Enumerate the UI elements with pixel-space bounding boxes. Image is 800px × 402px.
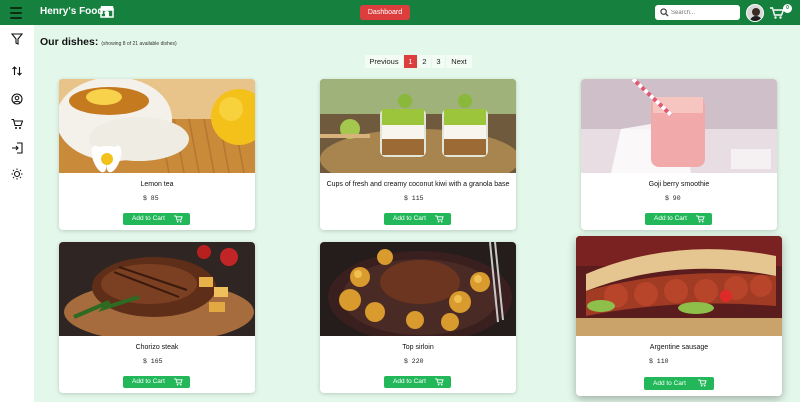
dish-image[interactable] [59, 242, 255, 336]
dish-card[interactable]: Chorizo steak $ 165 Add to Cart [59, 242, 255, 393]
menu-icon[interactable] [10, 7, 22, 19]
search-icon [660, 8, 669, 17]
dish-price: $ 85 [143, 195, 159, 202]
cart-count-badge: 0 [783, 4, 792, 13]
dish-name: Argentine sausage [649, 344, 709, 351]
user-avatar-image [747, 5, 763, 21]
dish-image[interactable] [59, 79, 255, 173]
dish-name: Lemon tea [140, 181, 174, 188]
dish-price: $ 115 [404, 195, 424, 202]
dish-card[interactable]: Argentine sausage $ 110 Add to Cart [576, 236, 782, 396]
dashboard-button[interactable]: Dashboard [360, 5, 410, 20]
avatar[interactable] [746, 4, 764, 22]
add-to-cart-button[interactable]: Add to Cart [123, 376, 190, 388]
filter-icon[interactable] [11, 33, 23, 45]
dish-image[interactable] [581, 79, 777, 173]
cart-icon [435, 215, 444, 223]
dish-price: $ 165 [143, 358, 163, 365]
login-icon[interactable] [11, 142, 23, 154]
pagination-page-2[interactable]: 2 [418, 55, 431, 68]
pagination-previous[interactable]: Previous [365, 55, 403, 68]
add-to-cart-label: Add to Cart [132, 215, 165, 222]
cart-icon [698, 379, 707, 387]
cart-icon[interactable] [770, 7, 784, 19]
dish-price: $ 220 [404, 358, 424, 365]
dish-count-note: (showing 8 of 21 available dishes) [101, 41, 177, 47]
top-bar: Henry's Foods Dashboard 0 [0, 0, 800, 25]
dish-image[interactable] [320, 79, 516, 173]
dish-name: Cups of fresh and creamy coconut kiwi wi… [326, 181, 510, 188]
add-to-cart-label: Add to Cart [393, 215, 426, 222]
dish-name: Top sirloin [402, 344, 434, 351]
add-to-cart-label: Add to Cart [653, 380, 686, 387]
cart-icon [696, 215, 705, 223]
sort-icon[interactable] [11, 65, 23, 77]
pagination-next[interactable]: Next [446, 55, 472, 68]
dish-name: Chorizo steak [135, 344, 179, 351]
cart-icon [435, 378, 444, 386]
cart-icon [174, 215, 183, 223]
add-to-cart-button[interactable]: Add to Cart [384, 376, 451, 388]
add-to-cart-button[interactable]: Add to Cart [644, 377, 714, 390]
dish-image[interactable] [320, 242, 516, 336]
user-icon[interactable] [11, 93, 23, 105]
dish-card[interactable]: Lemon tea $ 85 Add to Cart [59, 79, 255, 230]
search-box[interactable] [655, 5, 740, 20]
store-icon [100, 6, 114, 18]
add-to-cart-label: Add to Cart [393, 378, 426, 385]
add-to-cart-button[interactable]: Add to Cart [645, 213, 712, 225]
dish-price: $ 90 [665, 195, 681, 202]
cart-icon[interactable] [11, 118, 23, 130]
add-to-cart-label: Add to Cart [654, 215, 687, 222]
search-input[interactable] [671, 7, 737, 18]
add-to-cart-button[interactable]: Add to Cart [123, 213, 190, 225]
dish-price: $ 110 [649, 358, 669, 365]
theme-icon[interactable] [11, 168, 23, 180]
add-to-cart-label: Add to Cart [132, 378, 165, 385]
pagination-page-3[interactable]: 3 [432, 55, 445, 68]
pagination-page-1[interactable]: 1 [404, 55, 417, 68]
dish-name: Goji berry smoothie [648, 181, 710, 188]
brand-name[interactable]: Henry's Foods [40, 6, 109, 17]
dish-card[interactable]: Top sirloin $ 220 Add to Cart [320, 242, 516, 393]
cart-icon [174, 378, 183, 386]
add-to-cart-button[interactable]: Add to Cart [384, 213, 451, 225]
dish-card[interactable]: Goji berry smoothie $ 90 Add to Cart [581, 79, 777, 230]
page-title: Our dishes: (showing 8 of 21 available di… [40, 36, 177, 48]
sidebar [0, 25, 34, 402]
dish-card[interactable]: Cups of fresh and creamy coconut kiwi wi… [320, 79, 516, 230]
heading-text: Our dishes: [40, 36, 99, 48]
dish-image[interactable] [576, 236, 782, 336]
